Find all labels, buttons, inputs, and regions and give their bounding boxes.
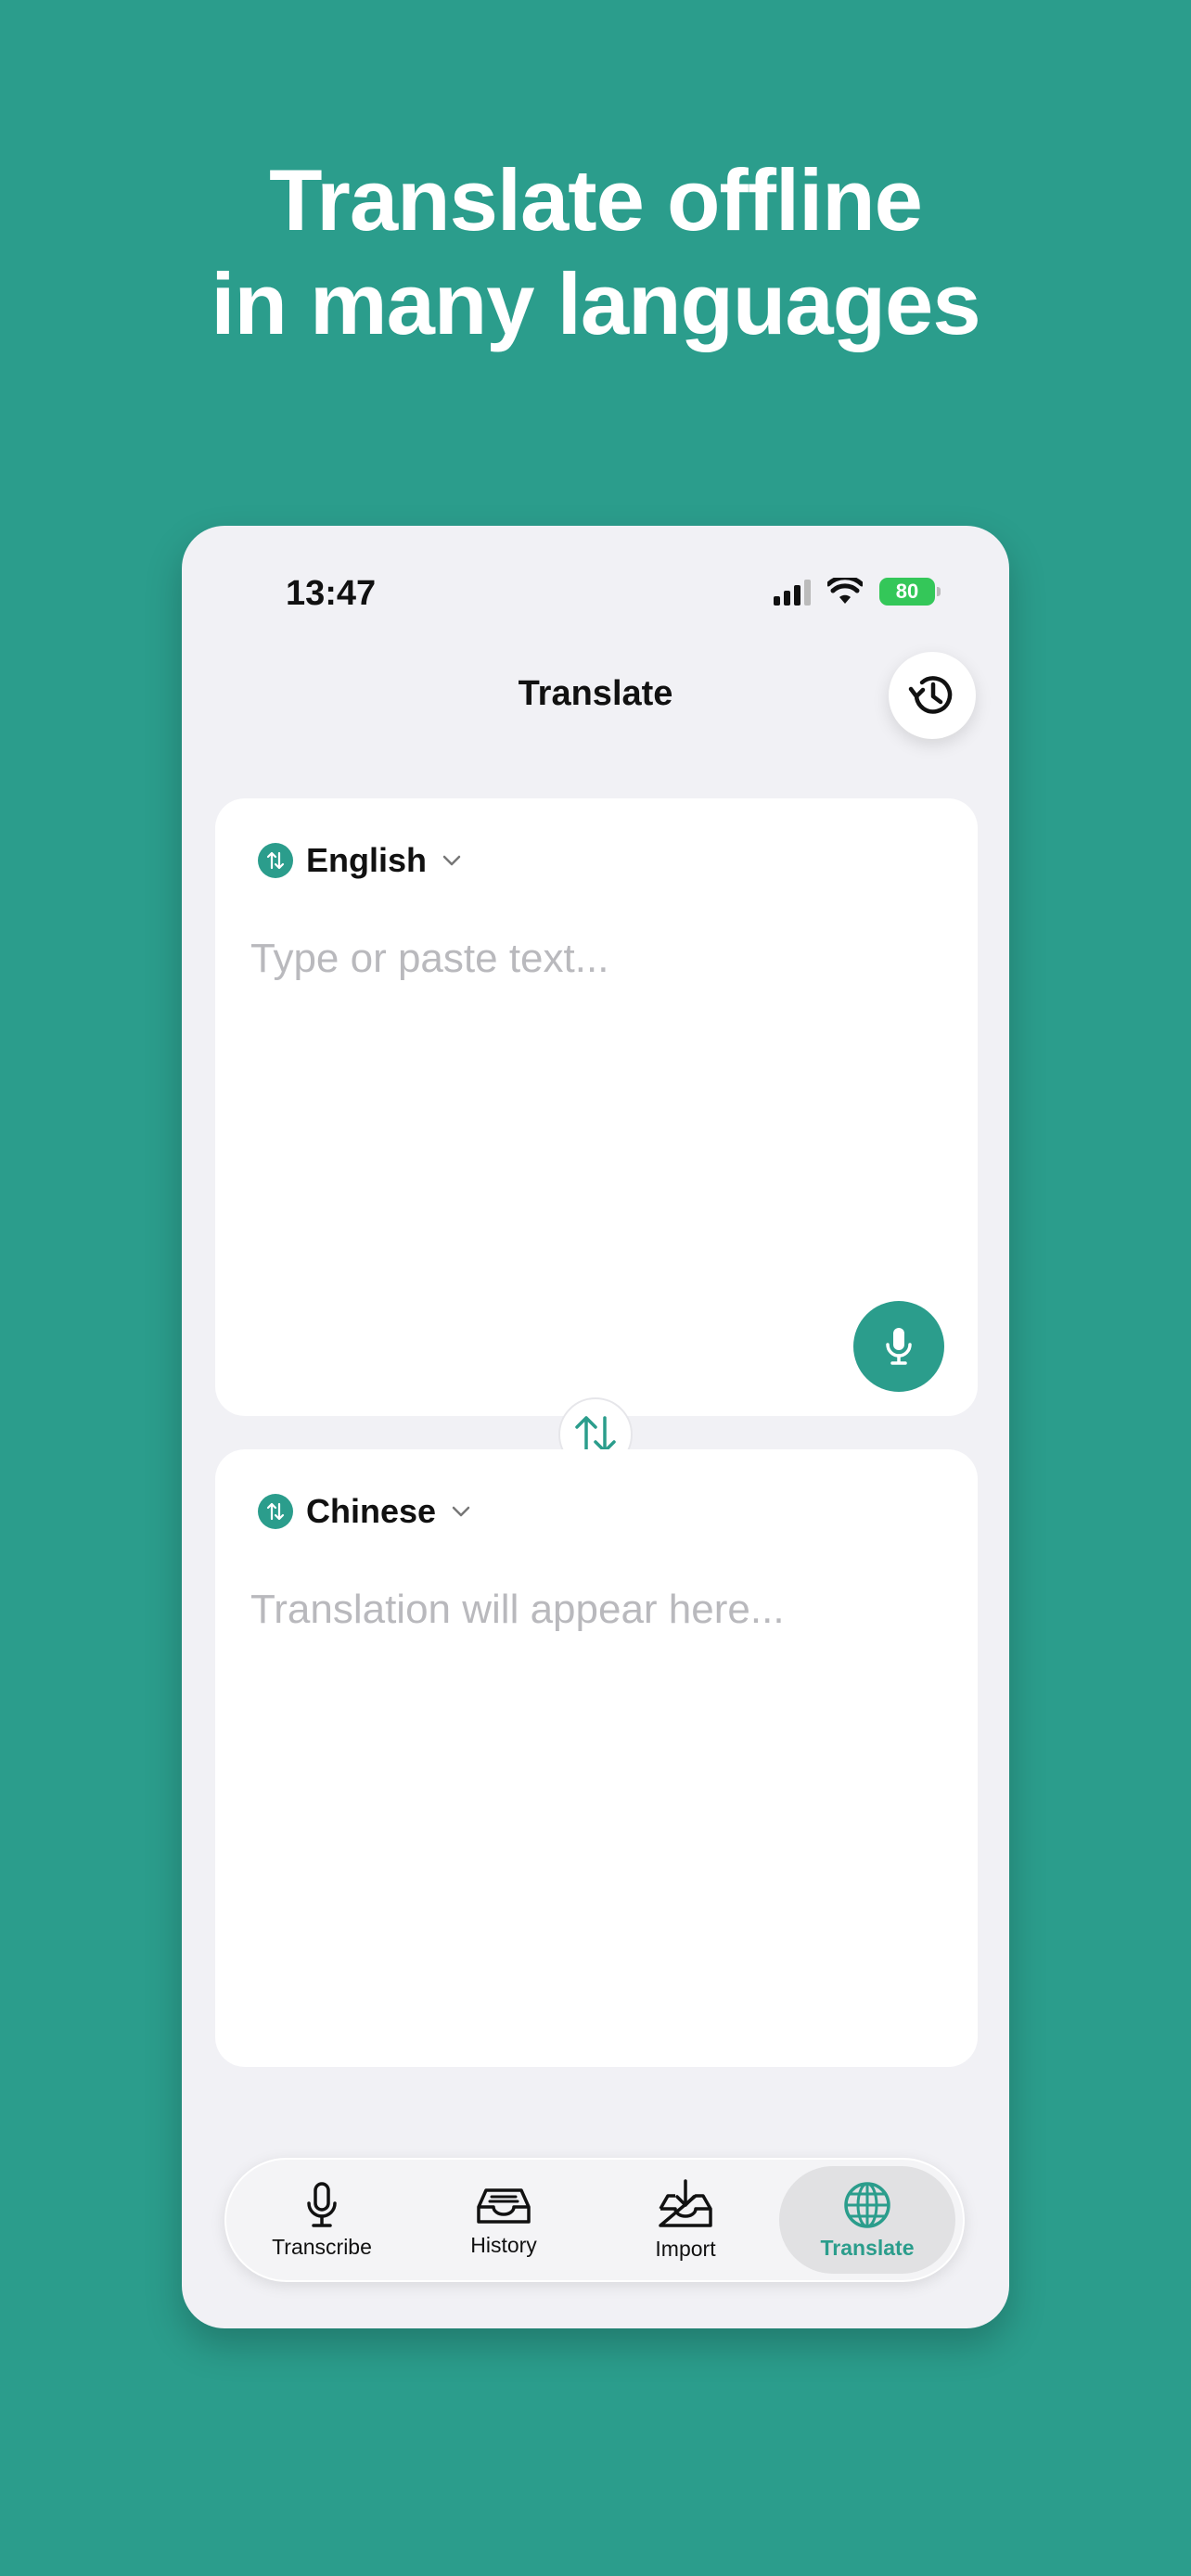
tab-import[interactable]: Import (597, 2166, 774, 2274)
headline-line-2: in many languages (211, 255, 980, 352)
battery-indicator: 80 (879, 578, 941, 606)
headline: Translate offline in many languages (0, 148, 1191, 356)
tab-history[interactable]: History (416, 2166, 592, 2274)
source-text-card: English Type or paste text... (215, 798, 978, 1416)
tab-transcribe[interactable]: Transcribe (234, 2166, 410, 2274)
translation-card: Chinese Translation will appear here... (215, 1449, 978, 2067)
download-tray-icon (659, 2178, 712, 2227)
source-text-input[interactable]: Type or paste text... (250, 936, 608, 982)
microphone-icon (886, 1328, 912, 1365)
voice-input-button[interactable] (853, 1301, 944, 1392)
chevron-down-icon (442, 855, 461, 866)
tab-label: Translate (820, 2235, 915, 2260)
status-icons: 80 (774, 576, 941, 607)
tab-bar: Transcribe History Import Translate (224, 2158, 965, 2282)
tab-label: Import (655, 2236, 716, 2261)
page-title: Translate (518, 674, 673, 713)
source-language-label: English (306, 841, 428, 879)
wifi-icon (827, 578, 863, 604)
tab-label: History (470, 2232, 537, 2257)
translation-output: Translation will appear here... (250, 1587, 785, 1632)
microphone-icon (307, 2181, 337, 2227)
tab-translate[interactable]: Translate (779, 2166, 955, 2274)
source-language-selector[interactable]: English (258, 841, 462, 880)
status-time: 13:47 (286, 574, 377, 613)
swap-badge-icon (258, 843, 293, 878)
chevron-down-icon (452, 1506, 470, 1517)
headline-line-1: Translate offline (269, 151, 923, 249)
phone-screen: 13:47 80 Translate English Type or paste… (182, 526, 1009, 2328)
swap-badge-icon (258, 1494, 293, 1529)
inbox-tray-icon (477, 2187, 531, 2224)
cellular-signal-icon (774, 578, 811, 606)
tab-label: Transcribe (272, 2234, 372, 2259)
history-clock-icon (908, 676, 953, 714)
target-language-label: Chinese (306, 1492, 437, 1530)
target-language-selector[interactable]: Chinese (258, 1492, 471, 1531)
battery-level: 80 (895, 580, 919, 603)
globe-icon (844, 2181, 890, 2228)
history-button[interactable] (889, 652, 976, 739)
